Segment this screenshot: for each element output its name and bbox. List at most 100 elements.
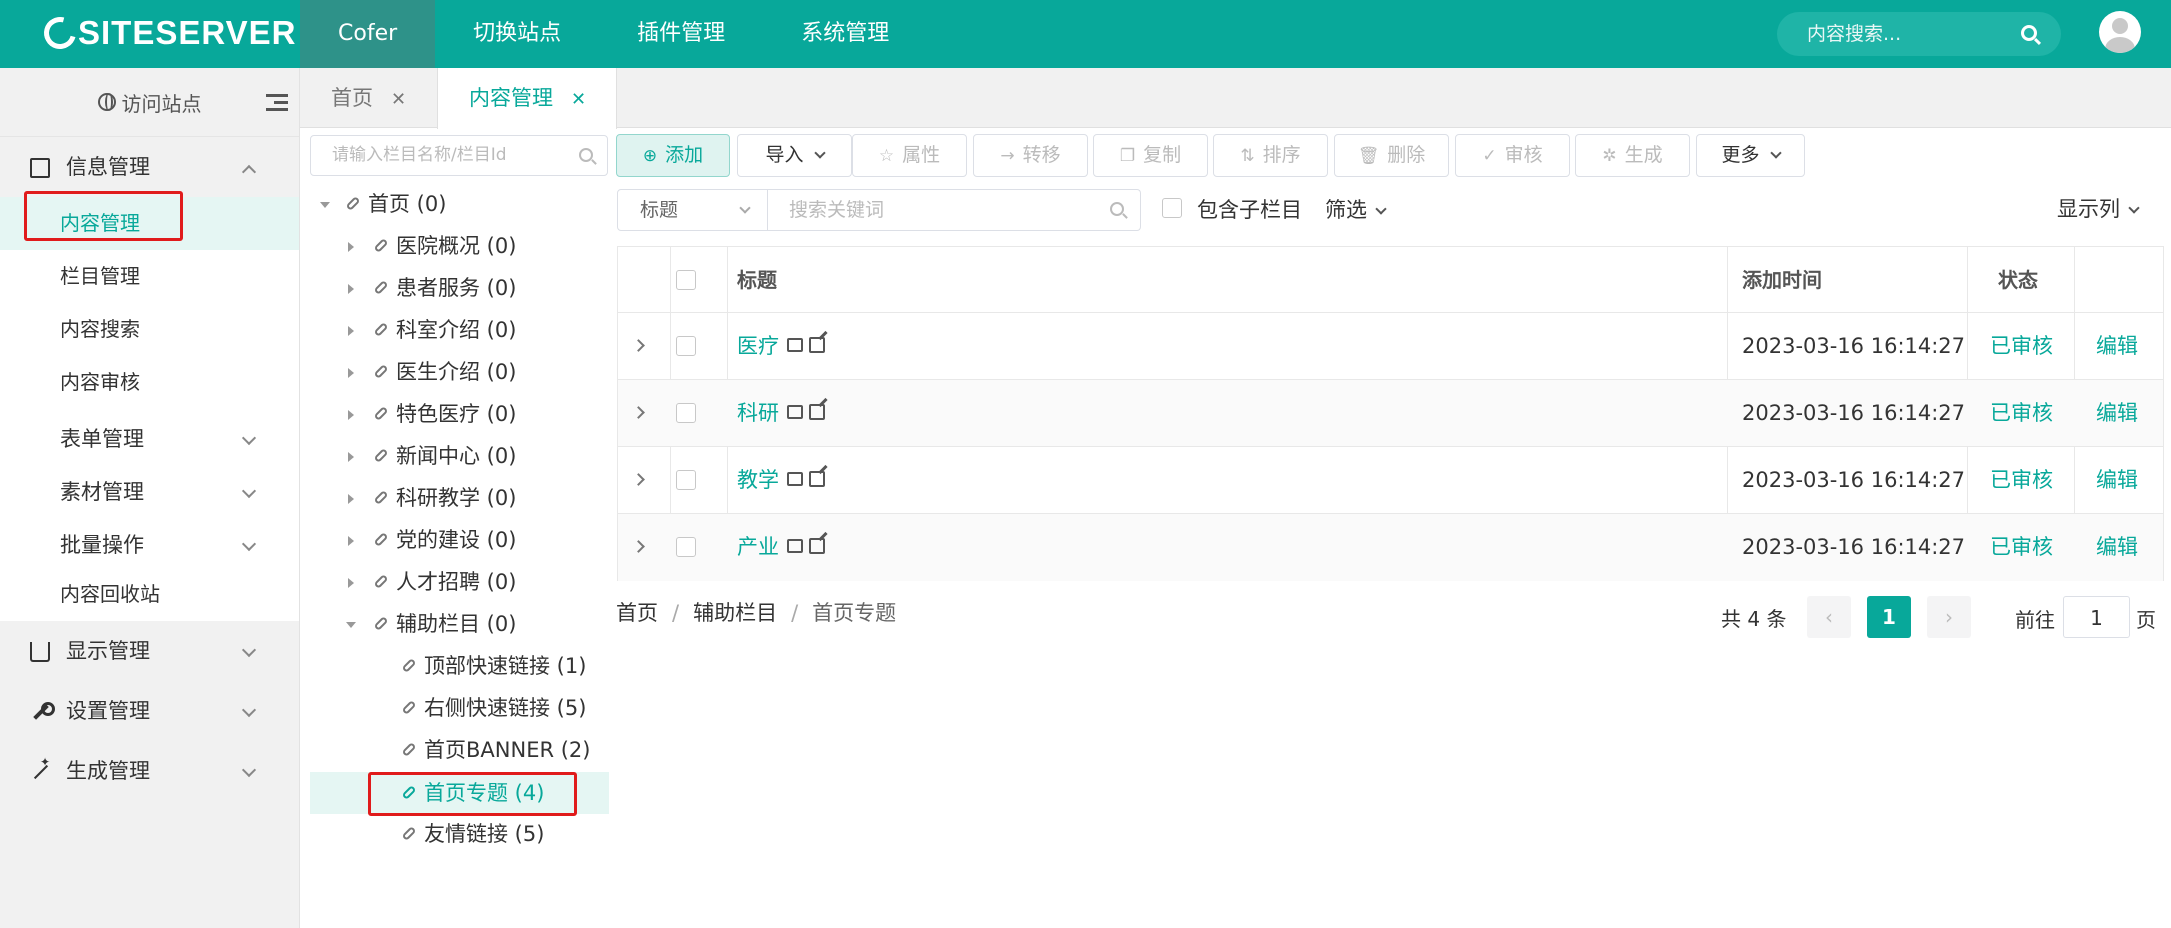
row-title[interactable]: 医疗 (737, 313, 825, 380)
caret-down-icon[interactable] (320, 202, 330, 208)
audit-button[interactable]: ✓ 审核 (1455, 134, 1570, 177)
topnav-site[interactable]: Cofer (300, 0, 436, 68)
caret-right-icon[interactable] (348, 326, 354, 336)
sidebar-item-content[interactable]: 内容管理 (0, 197, 299, 250)
channel-search-input[interactable]: 请输入栏目名称/栏目Id (310, 135, 608, 176)
siteserver-logo[interactable]: SITESERVER (38, 11, 296, 55)
include-children-label[interactable]: 包含子栏目 (1197, 194, 1302, 224)
topnav-system[interactable]: 系统管理 (763, 0, 927, 68)
import-button[interactable]: 导入 (737, 134, 852, 177)
row-edit-link[interactable]: 编辑 (2096, 313, 2138, 380)
tree-node[interactable]: 科研教学 (0) (348, 477, 516, 519)
col-status[interactable]: 状态 (1998, 247, 2038, 313)
external-link-icon[interactable] (809, 538, 825, 554)
caret-right-icon[interactable] (348, 452, 354, 462)
tree-node[interactable]: 辅助栏目 (0) (346, 603, 516, 645)
menu-group-settings[interactable]: 设置管理 (0, 681, 299, 741)
columns-dropdown[interactable]: 显示列 (2057, 193, 2140, 223)
menu-group-batch[interactable]: 批量操作 (0, 515, 299, 568)
tree-node[interactable]: 患者服务 (0) (348, 267, 516, 309)
filter-dropdown[interactable]: 筛选 (1325, 194, 1387, 224)
user-avatar[interactable] (2099, 11, 2141, 53)
row-title[interactable]: 产业 (737, 514, 825, 581)
external-link-icon[interactable] (809, 471, 825, 487)
row-status[interactable]: 已审核 (1990, 447, 2053, 514)
menu-group-forms[interactable]: 表单管理 (0, 409, 299, 462)
tree-node[interactable]: 首页BANNER (2) (401, 729, 590, 771)
topnav-switch-site[interactable]: 切换站点 (435, 0, 599, 68)
row-title[interactable]: 科研 (737, 380, 825, 447)
copy-button[interactable]: ❐ 复制 (1093, 134, 1208, 177)
sort-button[interactable]: ⇅ 排序 (1213, 134, 1328, 177)
external-link-icon[interactable] (809, 337, 825, 353)
add-button[interactable]: ⊕ 添加 (616, 134, 730, 177)
col-added-time[interactable]: 添加时间 (1742, 247, 1822, 313)
menu-group-generate[interactable]: 生成管理 (0, 741, 299, 801)
sidebar-item-content-audit[interactable]: 内容审核 (0, 356, 299, 409)
col-title[interactable]: 标题 (737, 247, 777, 313)
menu-collapse-icon[interactable] (266, 94, 288, 112)
tree-node[interactable]: 首页 (0) (320, 183, 446, 225)
tree-node[interactable]: 人才招聘 (0) (348, 561, 516, 603)
caret-right-icon[interactable] (348, 410, 354, 420)
close-icon[interactable]: ✕ (391, 89, 406, 110)
sidebar-item-channels[interactable]: 栏目管理 (0, 250, 299, 303)
row-checkbox[interactable] (676, 470, 696, 490)
menu-group-info[interactable]: 信息管理 (0, 137, 299, 197)
row-checkbox[interactable] (676, 336, 696, 356)
include-children-checkbox[interactable] (1162, 198, 1182, 218)
tree-node[interactable]: 顶部快速链接 (1) (401, 645, 586, 687)
sidebar-item-content-search[interactable]: 内容搜索 (0, 303, 299, 356)
caret-right-icon[interactable] (348, 578, 354, 588)
row-status[interactable]: 已审核 (1990, 514, 2053, 581)
transfer-button[interactable]: → 转移 (973, 134, 1088, 177)
chevron-right-icon[interactable] (632, 540, 645, 553)
breadcrumb-item[interactable]: 首页 (616, 601, 658, 625)
chevron-right-icon[interactable] (632, 339, 645, 352)
prev-page-button[interactable]: ‹ (1807, 596, 1851, 638)
more-button[interactable]: 更多 (1696, 134, 1805, 177)
caret-right-icon[interactable] (348, 284, 354, 294)
breadcrumb-item[interactable]: 辅助栏目 (693, 601, 777, 625)
topnav-plugins[interactable]: 插件管理 (599, 0, 763, 68)
row-checkbox[interactable] (676, 403, 696, 423)
caret-right-icon[interactable] (348, 368, 354, 378)
tree-node[interactable]: 新闻中心 (0) (348, 435, 516, 477)
tab-home[interactable]: 首页 ✕ (300, 68, 437, 128)
select-all-checkbox[interactable] (676, 270, 696, 290)
visit-site-link[interactable]: 访问站点 (0, 68, 299, 137)
next-page-button[interactable]: › (1927, 596, 1971, 638)
tree-node[interactable]: 右侧快速链接 (5) (401, 687, 586, 729)
tree-node[interactable]: 科室介绍 (0) (348, 309, 516, 351)
field-select[interactable]: 标题 (617, 189, 768, 231)
sidebar-item-recycle[interactable]: 内容回收站 (0, 568, 299, 621)
goto-page-input[interactable]: 1 (2063, 596, 2130, 638)
attributes-button[interactable]: ☆ 属性 (852, 134, 967, 177)
tree-node-selected[interactable]: 首页专题 (4) (401, 772, 544, 814)
tab-content[interactable]: 内容管理 ✕ (437, 68, 617, 129)
row-edit-link[interactable]: 编辑 (2096, 514, 2138, 581)
row-status[interactable]: 已审核 (1990, 380, 2053, 447)
page-1-button[interactable]: 1 (1867, 596, 1911, 638)
search-icon[interactable] (2021, 25, 2037, 41)
tree-node[interactable]: 医院概况 (0) (348, 225, 516, 267)
caret-right-icon[interactable] (348, 494, 354, 504)
keyword-input[interactable]: 搜索关键词 (767, 189, 1141, 231)
content-search-input[interactable]: 内容搜索... (1777, 12, 2061, 56)
row-edit-link[interactable]: 编辑 (2096, 380, 2138, 447)
row-checkbox[interactable] (676, 537, 696, 557)
caret-down-icon[interactable] (346, 622, 356, 628)
generate-button[interactable]: ✲ 生成 (1575, 134, 1690, 177)
row-status[interactable]: 已审核 (1990, 313, 2053, 380)
close-icon[interactable]: ✕ (571, 89, 586, 110)
tree-node[interactable]: 特色医疗 (0) (348, 393, 516, 435)
row-title[interactable]: 教学 (737, 447, 825, 514)
external-link-icon[interactable] (809, 404, 825, 420)
tree-node[interactable]: 党的建设 (0) (348, 519, 516, 561)
menu-group-materials[interactable]: 素材管理 (0, 462, 299, 515)
tree-node[interactable]: 医生介绍 (0) (348, 351, 516, 393)
menu-group-display[interactable]: 显示管理 (0, 621, 299, 681)
row-edit-link[interactable]: 编辑 (2096, 447, 2138, 514)
chevron-right-icon[interactable] (632, 473, 645, 486)
chevron-right-icon[interactable] (632, 406, 645, 419)
